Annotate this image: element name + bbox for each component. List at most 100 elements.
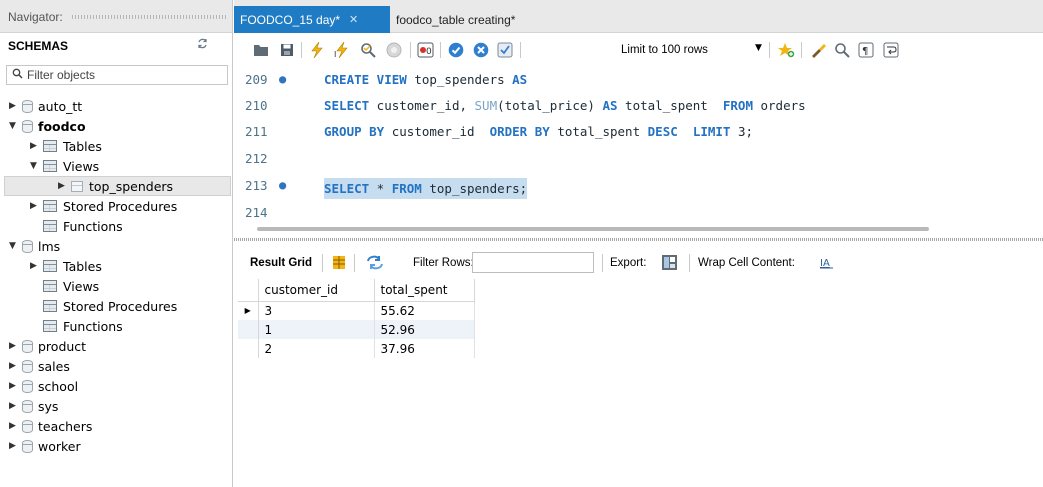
schema-sys[interactable]: ▶ sys (9, 396, 58, 416)
expand-arrow-icon[interactable]: ▶ (30, 141, 41, 151)
collapse-arrow-icon[interactable]: ▼ (9, 241, 20, 251)
statement-marker-icon: ● (279, 178, 287, 192)
schema-foodco[interactable]: ▼ foodco (9, 116, 86, 136)
tab-foodco-table-creating[interactable]: foodco_table creating* (390, 6, 521, 33)
schema-teachers[interactable]: ▶ teachers (9, 416, 92, 436)
schema-worker[interactable]: ▶ worker (9, 436, 81, 456)
filter-rows-input[interactable] (472, 252, 594, 273)
horizontal-scrollbar[interactable] (257, 227, 929, 231)
tree-item-lms-functions[interactable]: Functions (41, 316, 123, 336)
stop-icon[interactable] (385, 41, 403, 59)
schemas-title: SCHEMAS (8, 39, 69, 53)
rollback-icon[interactable] (472, 41, 490, 59)
table-cell[interactable]: 3 (258, 301, 375, 320)
schema-label: auto_tt (38, 98, 83, 114)
table-cell[interactable]: 55.62 (374, 301, 475, 320)
expand-arrow-icon[interactable]: ▶ (9, 421, 20, 431)
beautify-icon[interactable] (809, 41, 827, 59)
invisible-chars-icon[interactable]: ¶ (857, 41, 875, 59)
expand-arrow-icon[interactable]: ▶ (9, 341, 20, 351)
line-number: 210 (245, 98, 268, 113)
sql-function: SUM (474, 98, 498, 113)
table-cell[interactable]: 2 (258, 339, 375, 358)
table-row[interactable]: 1 52.96 (238, 320, 475, 339)
execute-icon[interactable] (308, 41, 326, 59)
toolbar-separator (410, 42, 411, 58)
line-number: 212 (245, 151, 268, 166)
chevron-down-icon[interactable]: ▼ (755, 43, 762, 53)
add-snippet-icon[interactable] (777, 41, 795, 59)
tree-item-label: Functions (63, 218, 123, 234)
toggle-error-icon[interactable]: 0 (416, 41, 434, 59)
toolbar-separator (602, 254, 603, 272)
sql-text: top_spenders (406, 72, 513, 87)
sql-editor[interactable]: 209 ● CREATE VIEW top_spenders AS 210 SE… (240, 70, 1040, 220)
tree-item-label: Tables (63, 258, 102, 274)
expand-arrow-icon[interactable]: ▶ (9, 361, 20, 371)
table-cell[interactable]: 1 (258, 320, 375, 339)
tree-item-foodco-stored-procedures[interactable]: ▶ Stored Procedures (30, 196, 177, 216)
schema-label: product (38, 338, 87, 354)
find-icon[interactable] (833, 41, 851, 59)
editor-results-splitter[interactable] (234, 238, 1043, 241)
word-wrap-icon[interactable] (882, 41, 900, 59)
refresh-icon[interactable] (197, 38, 208, 52)
tree-item-foodco-views[interactable]: ▼ Views (30, 156, 99, 176)
toolbar-separator (354, 254, 355, 272)
tree-item-label: Views (63, 158, 100, 174)
tree-item-lms-views[interactable]: Views (41, 276, 99, 296)
tree-item-top_spenders[interactable]: ▶ top_spenders (4, 176, 231, 196)
tree-item-lms-stored-procedures[interactable]: Stored Procedures (41, 296, 177, 316)
refresh-results-icon[interactable] (366, 255, 384, 273)
result-grid-label[interactable]: Result Grid (250, 257, 312, 269)
execute-current-icon[interactable]: I (333, 41, 351, 59)
expand-arrow-icon[interactable]: ▶ (9, 101, 20, 111)
code-text-selected: SELECT * FROM top_spenders; (324, 178, 528, 199)
wrap-cell-icon[interactable]: IA (820, 256, 833, 272)
database-icon (22, 239, 33, 253)
functions-folder-icon (43, 320, 57, 332)
limit-rows-select[interactable]: Limit to 100 rows (621, 44, 708, 56)
filter-objects-input[interactable] (27, 68, 223, 82)
collapse-arrow-icon[interactable]: ▼ (30, 161, 41, 171)
filter-objects-field[interactable] (6, 65, 228, 85)
open-folder-icon[interactable] (252, 41, 270, 59)
save-icon[interactable] (278, 41, 296, 59)
schema-product[interactable]: ▶ product (9, 336, 86, 356)
expand-arrow-icon[interactable]: ▶ (9, 441, 20, 451)
tree-item-foodco-functions[interactable]: Functions (41, 216, 123, 236)
schema-auto_tt[interactable]: ▶ auto_tt (9, 96, 82, 116)
table-row[interactable]: 2 37.96 (238, 339, 475, 358)
tab-foodco-15-day[interactable]: FOODCO_15 day* ✕ (234, 6, 390, 33)
sql-keyword: AS (602, 98, 618, 113)
expand-arrow-icon[interactable]: ▶ (9, 381, 20, 391)
code-text: GROUP BY customer_id ORDER BY total_spen… (324, 124, 753, 139)
schema-sales[interactable]: ▶ sales (9, 356, 70, 376)
database-icon (22, 439, 33, 453)
table-row[interactable]: ▶ 3 55.62 (238, 301, 475, 320)
column-header[interactable]: customer_id (258, 279, 375, 302)
expand-arrow-icon[interactable]: ▶ (30, 201, 41, 211)
export-icon[interactable] (661, 254, 678, 274)
table-cell[interactable]: 52.96 (374, 320, 475, 339)
tree-item-label: top_spenders (89, 178, 174, 194)
schema-school[interactable]: ▶ school (9, 376, 78, 396)
schema-lms[interactable]: ▼ lms (9, 236, 60, 256)
close-icon[interactable]: ✕ (349, 13, 358, 26)
collapse-arrow-icon[interactable]: ▼ (9, 121, 20, 131)
table-folder-icon (43, 140, 57, 152)
tree-item-foodco-tables[interactable]: ▶ Tables (30, 136, 102, 156)
expand-arrow-icon[interactable]: ▶ (30, 261, 41, 271)
toolbar-separator (301, 42, 302, 58)
commit-icon[interactable] (447, 41, 465, 59)
tree-item-lms-tables[interactable]: ▶ Tables (30, 256, 102, 276)
form-view-icon[interactable] (332, 255, 346, 273)
editor-tab-bar: FOODCO_15 day* ✕ foodco_table creating* (234, 0, 1043, 33)
explain-icon[interactable] (359, 41, 377, 59)
expand-arrow-icon[interactable]: ▶ (9, 401, 20, 411)
column-header[interactable]: total_spent (374, 279, 475, 302)
expand-arrow-icon[interactable]: ▶ (58, 181, 69, 191)
panel-drag-handle[interactable] (72, 15, 226, 19)
table-cell[interactable]: 37.96 (374, 339, 475, 358)
autocommit-icon[interactable] (496, 41, 514, 59)
